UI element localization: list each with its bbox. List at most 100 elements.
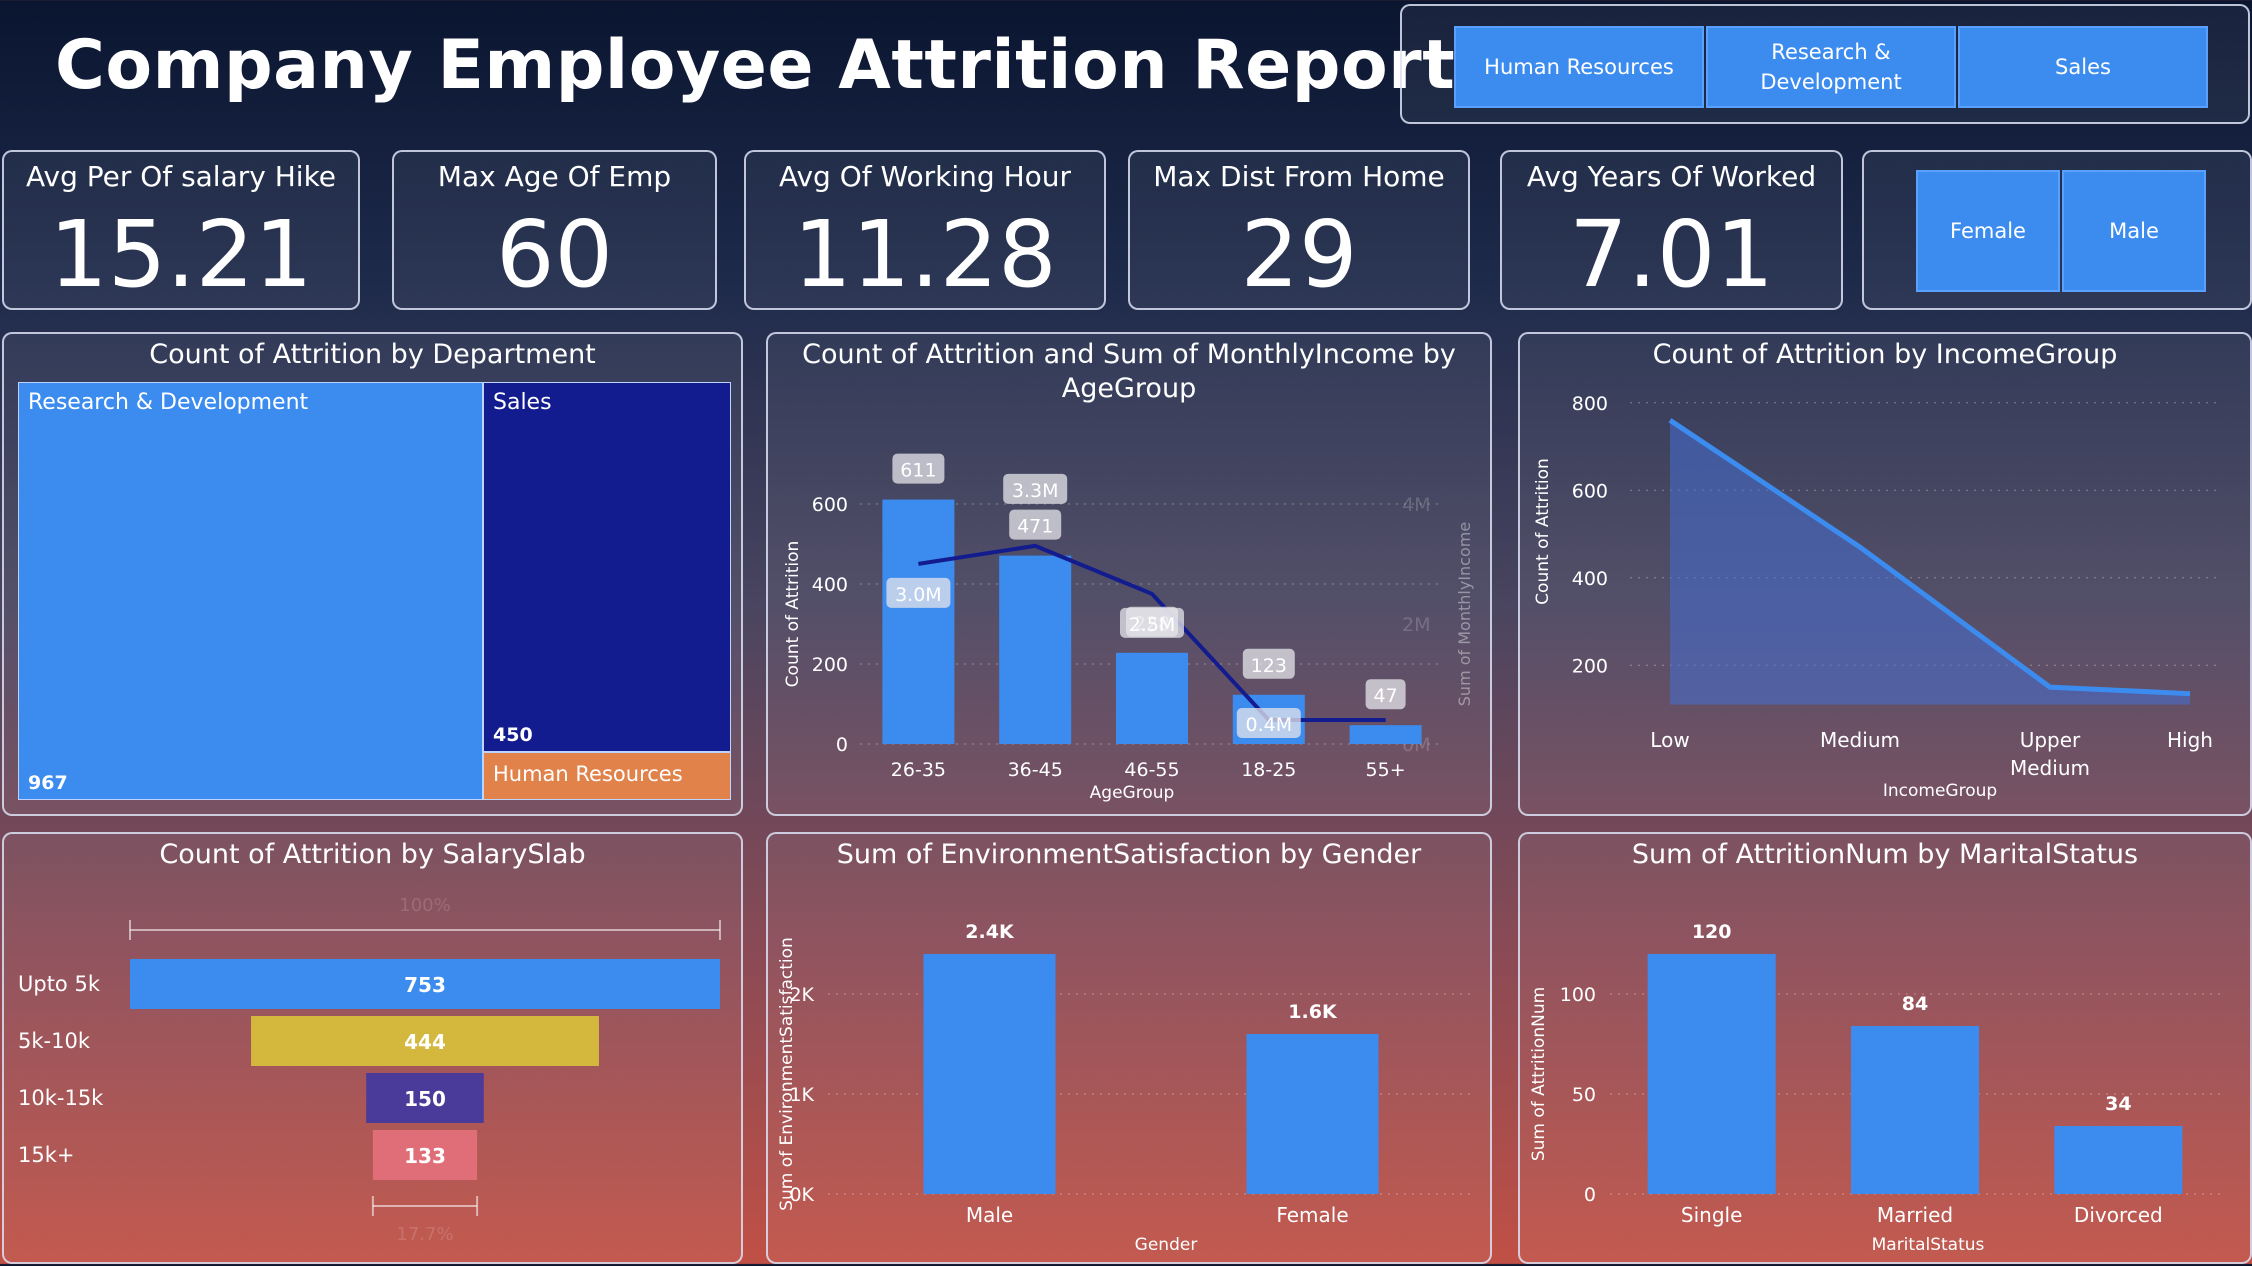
line-data-label: 0.4M: [1245, 714, 1292, 736]
kpi-label: Avg Of Working Hour: [778, 160, 1072, 193]
y-axis-label: Count of Attrition: [783, 541, 803, 688]
bar-data-label: 611: [900, 460, 936, 482]
chart-title: Count of Attrition by Department: [149, 339, 596, 370]
funnel-category-label: 10k-15k: [18, 1086, 104, 1110]
bar: [882, 499, 955, 744]
funnel-category-label: 15k+: [18, 1143, 74, 1167]
x-axis-label: Gender: [1135, 1235, 1198, 1255]
y-tick-label: 600: [1572, 480, 1608, 502]
funnel-value-label: 133: [404, 1144, 446, 1168]
y-axis-label: Count of Attrition: [1533, 458, 1553, 605]
funnel-category-label: 5k-10k: [18, 1029, 91, 1053]
treemap-tile-sales[interactable]: [483, 382, 731, 752]
line-data-label: 3.0M: [895, 584, 942, 606]
area-chart-svg: 200 400 600 800 Count of Attrition Low Medium U…: [1533, 393, 2220, 801]
slicer-male-button[interactable]: Male: [2062, 170, 2206, 292]
bar-data-label: 47: [1374, 685, 1398, 707]
y-tick-label: 400: [812, 574, 848, 596]
bar: [999, 555, 1072, 744]
treemap-value-sales: 450: [493, 724, 533, 746]
y-tick-label: 0: [1584, 1184, 1596, 1206]
x-axis-label: IncomeGroup: [1883, 781, 1997, 801]
y-tick-label: 800: [1572, 393, 1608, 415]
slicer-sales-button[interactable]: Sales: [1958, 26, 2208, 108]
treemap-label-rnd: Research & Development: [28, 390, 309, 415]
x-tick-label: Married: [1877, 1203, 1953, 1227]
y-axis-label: Sum of AttritionNum: [1529, 987, 1549, 1161]
x-axis-label: MaritalStatus: [1872, 1235, 1985, 1255]
funnel-chart-svg: 100% 753 Upto 5k 444 5k-10k 150 10k-15k 133 15k+…: [18, 895, 721, 1245]
x-tick-label: High: [2167, 728, 2213, 752]
treemap-value-rnd: 967: [28, 772, 68, 794]
x-tick-label: Male: [966, 1203, 1013, 1227]
funnel-value-label: 444: [404, 1030, 446, 1054]
treemap-tile-rnd[interactable]: [18, 382, 483, 800]
bar-data-label: 1.6K: [1288, 1001, 1338, 1023]
bar: [1647, 954, 1776, 1194]
funnel-bottom-pct: 17.7%: [396, 1224, 453, 1245]
bar-data-label: 84: [1902, 993, 1928, 1015]
bar: [923, 954, 1056, 1194]
kpi-card-max-age: Max Age Of Emp 60: [392, 150, 717, 310]
kpi-label: Max Age Of Emp: [437, 160, 672, 193]
gender-bar-chart-svg: 0K1K2KSum of EnvironmentSatisfaction2.4K…: [777, 921, 1474, 1255]
y-tick-label: 600: [812, 494, 848, 516]
marital-bar-chart-svg: 0 50 100 Sum of AttritionNum 120 Single 84 Marr…: [1529, 921, 2220, 1255]
bar-data-label: 123: [1251, 655, 1287, 677]
slicer-human-resources-button[interactable]: Human Resources: [1454, 26, 1704, 108]
x-tick-label: Divorced: [2074, 1203, 2163, 1227]
funnel-salaryslab-panel: Count of Attrition by SalarySlab 100% 753…: [2, 832, 743, 1264]
treemap-label-sales: Sales: [493, 390, 552, 415]
y-tick-label: 0: [836, 734, 848, 756]
funnel-value-label: 150: [404, 1087, 446, 1111]
gender-slicer: Female Male: [1862, 150, 2252, 310]
kpi-card-working-hour: Avg Of Working Hour 11.28: [744, 150, 1106, 310]
kpi-card-salary-hike: Avg Per Of salary Hike 15.21: [2, 150, 360, 310]
y-tick-label: 100: [1560, 984, 1596, 1006]
combo-agegroup-panel: Count of Attrition and Sum of MonthlyInc…: [766, 332, 1492, 816]
kpi-value: 29: [1240, 201, 1358, 308]
x-axis-label: AgeGroup: [1090, 783, 1175, 803]
treemap-department-panel: Count of Attrition by Department Researc…: [2, 332, 743, 816]
kpi-value: 11.28: [793, 201, 1057, 308]
bar-data-label: 2.4K: [965, 921, 1015, 943]
y-tick-label: 200: [812, 654, 848, 676]
bar-gender-panel: Sum of EnvironmentSatisfaction by Gender…: [766, 832, 1492, 1264]
combo-chart-svg: 02004006000M2M4MCount of Attrition Sum of…: [783, 453, 1474, 803]
y2-axis-label: Sum of MonthlyIncome: [1455, 522, 1474, 706]
line-data-label: 2.5M: [1129, 614, 1176, 636]
x-tick-label: Medium: [2010, 756, 2090, 780]
line-data-label: 3.3M: [1012, 480, 1059, 502]
x-tick-label: 36-45: [1008, 759, 1063, 781]
y2-tick-label: 4M: [1402, 494, 1430, 516]
bar-data-label: 120: [1692, 921, 1732, 943]
funnel-top-pct: 100%: [399, 895, 450, 916]
bar: [1349, 725, 1422, 744]
treemap-label-hr: Human Resources: [493, 762, 683, 786]
slicer-female-button[interactable]: Female: [1916, 170, 2060, 292]
report-title: Company Employee Attrition Report: [55, 26, 1456, 105]
funnel-value-label: 753: [404, 973, 446, 997]
department-slicer: Human Resources Research & Development S…: [1400, 4, 2250, 124]
kpi-card-years-worked: Avg Years Of Worked 7.01: [1500, 150, 1843, 310]
x-tick-label: 26-35: [891, 759, 946, 781]
bar: [1246, 1034, 1379, 1194]
x-tick-label: 46-55: [1124, 759, 1179, 781]
area-fill: [1670, 420, 2190, 705]
bar: [1116, 652, 1188, 744]
funnel-category-label: Upto 5k: [18, 972, 101, 996]
bar-data-label: 34: [2105, 1093, 2131, 1115]
x-tick-label: 18-25: [1241, 759, 1296, 781]
kpi-label: Avg Per Of salary Hike: [25, 160, 337, 193]
x-tick-label: Single: [1681, 1203, 1742, 1227]
bar: [2054, 1126, 2183, 1194]
slicer-research-development-button[interactable]: Research & Development: [1706, 26, 1956, 108]
x-tick-label: Upper: [2020, 728, 2081, 752]
x-tick-label: 55+: [1366, 759, 1406, 781]
x-tick-label: Female: [1276, 1203, 1348, 1227]
y-tick-label: 50: [1572, 1084, 1596, 1106]
kpi-card-distance: Max Dist From Home 29: [1128, 150, 1470, 310]
kpi-value: 60: [495, 201, 614, 308]
kpi-label: Avg Years Of Worked: [1526, 160, 1817, 193]
bar-data-label: 471: [1017, 516, 1053, 538]
